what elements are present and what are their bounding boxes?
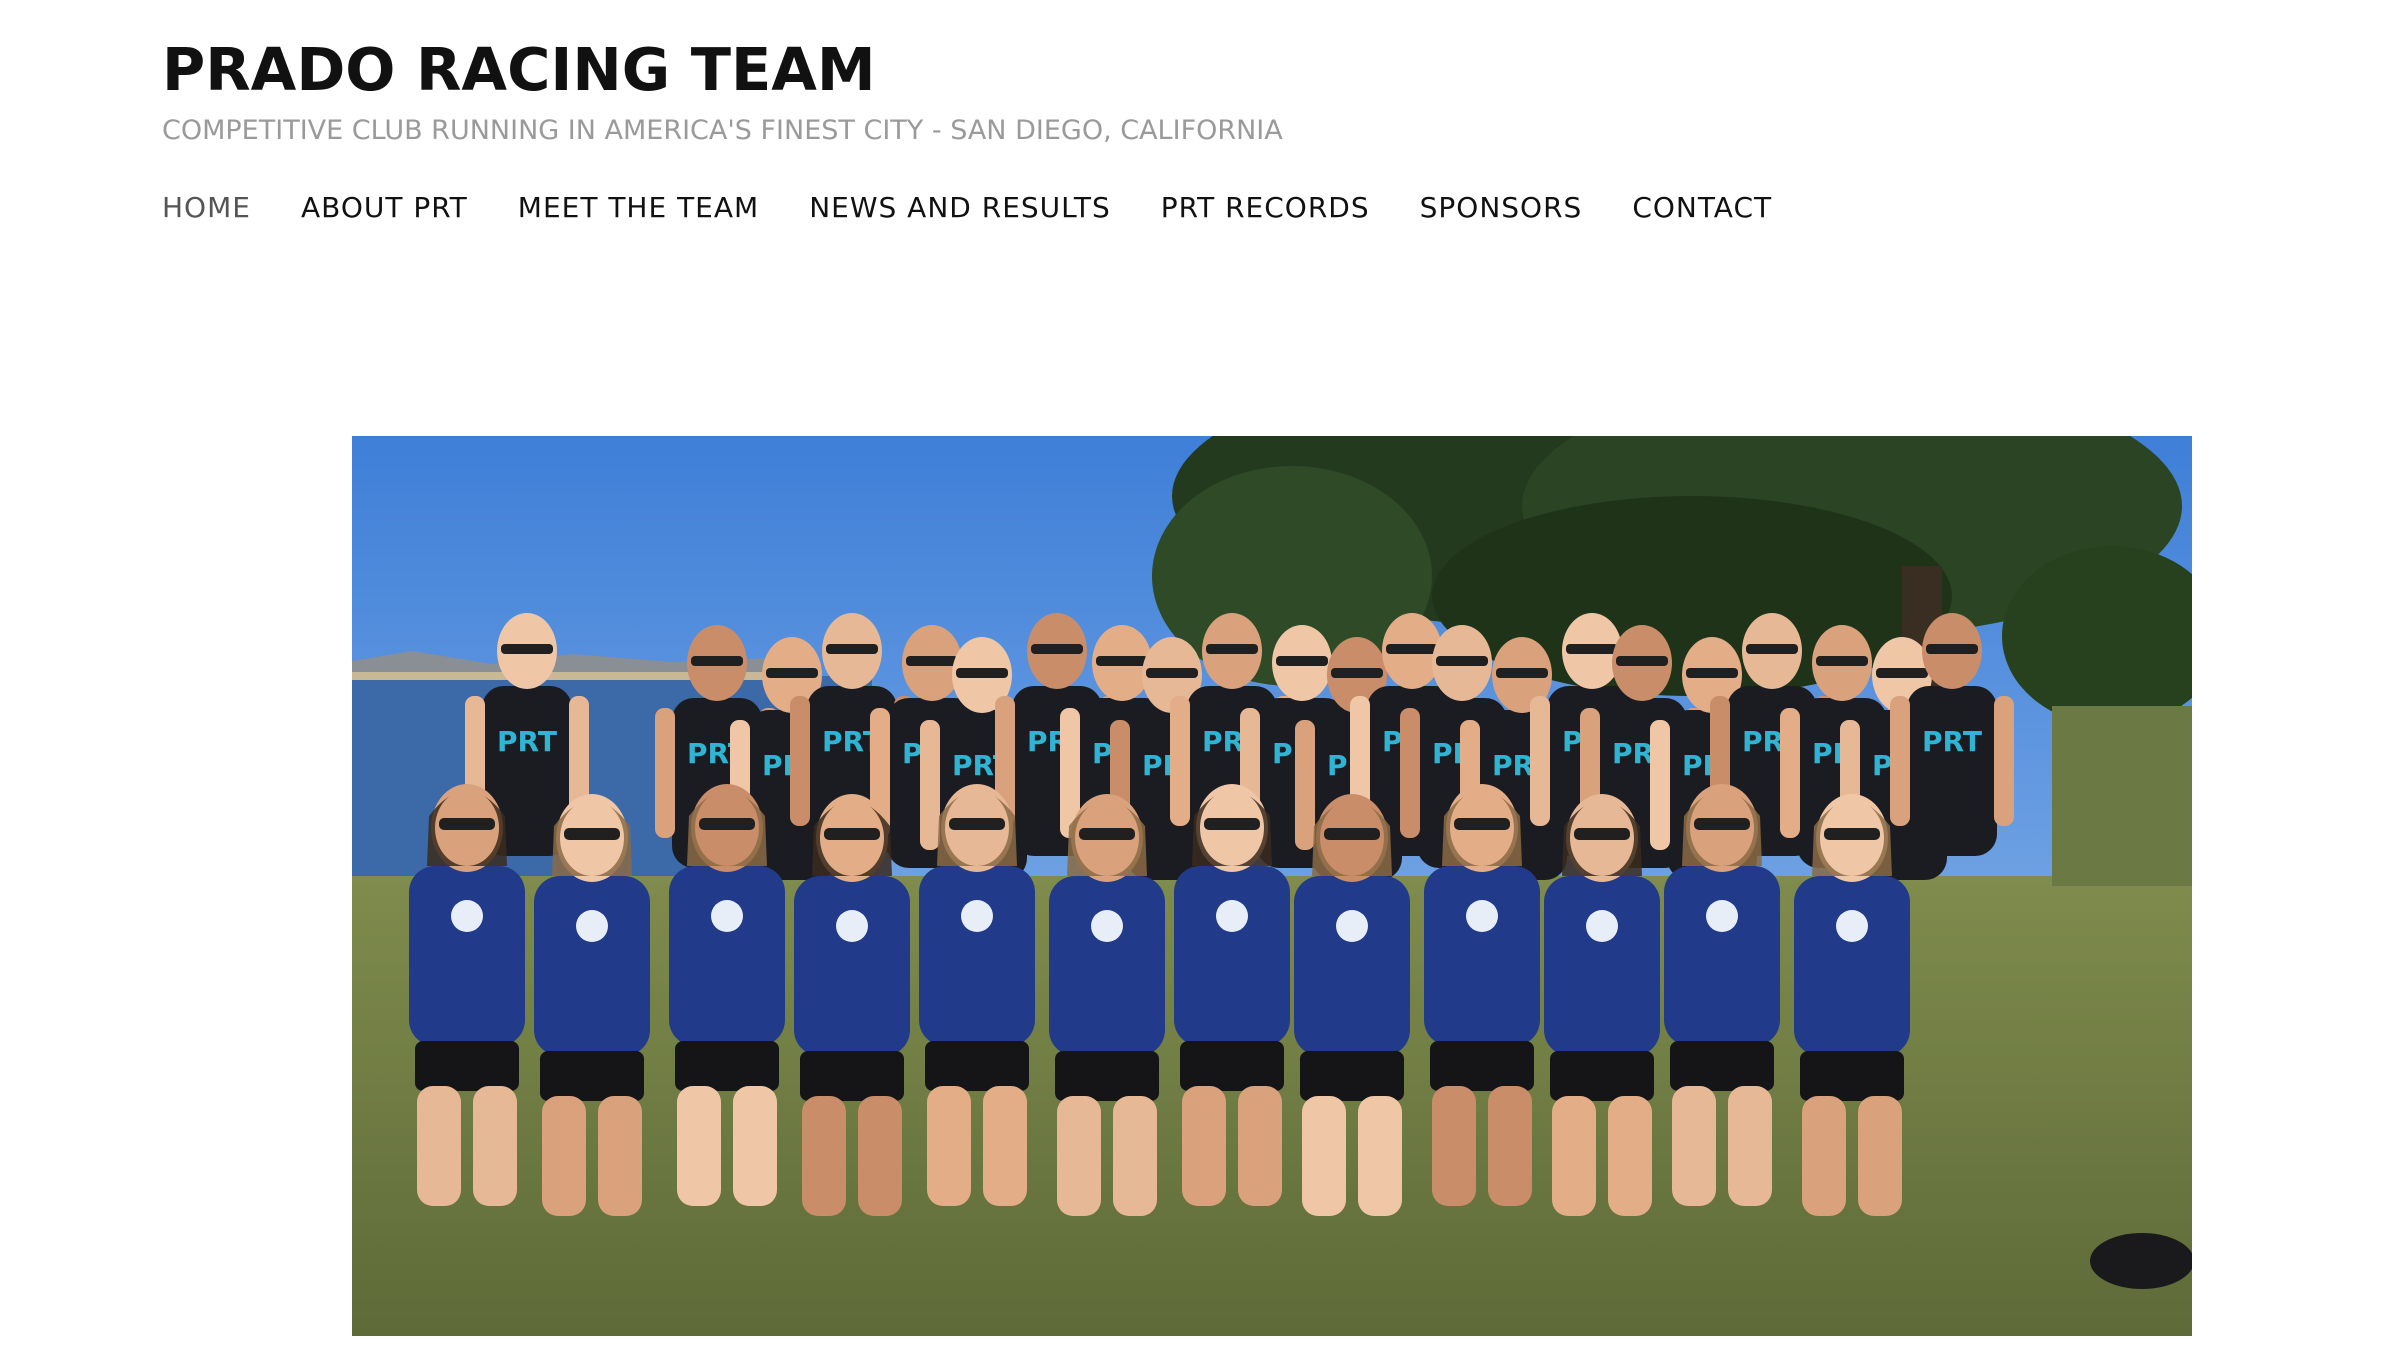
hero-team-photo: PRTPRTPRTPRTPRTPRTPRTPRTPRTPRTPRTPRTPRTP… xyxy=(352,436,2192,1336)
site-title[interactable]: PRADO RACING TEAM xyxy=(162,34,1283,106)
prado-shirt-logo xyxy=(1706,900,1738,932)
nav-item-home[interactable]: HOME xyxy=(162,188,251,228)
prt-logo: PRT xyxy=(1922,725,1982,758)
prado-shirt-logo xyxy=(836,910,868,942)
prado-shirt-logo xyxy=(711,900,743,932)
nav-item-contact[interactable]: CONTACT xyxy=(1632,188,1772,228)
nav-item-prt-records[interactable]: PRT RECORDS xyxy=(1161,188,1370,228)
nav-item-sponsors[interactable]: SPONSORS xyxy=(1420,188,1583,228)
prado-shirt-logo xyxy=(451,900,483,932)
grass-right xyxy=(2052,706,2192,886)
main-nav: HOME ABOUT PRT MEET THE TEAM NEWS AND RE… xyxy=(162,183,1822,233)
site-header: PRADO RACING TEAM COMPETITIVE CLUB RUNNI… xyxy=(162,34,1283,148)
nav-item-meet-the-team[interactable]: MEET THE TEAM xyxy=(518,188,759,228)
prado-shirt-logo xyxy=(1836,910,1868,942)
site-tagline: COMPETITIVE CLUB RUNNING IN AMERICA'S FI… xyxy=(162,115,1283,146)
prado-shirt-logo xyxy=(961,900,993,932)
prado-shirt-logo xyxy=(1216,900,1248,932)
prt-logo: PRT xyxy=(497,725,557,758)
prado-shirt-logo xyxy=(576,910,608,942)
prado-shirt-logo xyxy=(1586,910,1618,942)
gear-bag xyxy=(2090,1233,2192,1289)
nav-item-news-and-results[interactable]: NEWS AND RESULTS xyxy=(809,188,1111,228)
team-photo-illustration: PRTPRTPRTPRTPRTPRTPRTPRTPRTPRTPRTPRTPRTP… xyxy=(352,436,2192,1336)
prado-shirt-logo xyxy=(1336,910,1368,942)
nav-item-about-prt[interactable]: ABOUT PRT xyxy=(301,188,468,228)
prado-shirt-logo xyxy=(1091,910,1123,942)
prado-shirt-logo xyxy=(1466,900,1498,932)
